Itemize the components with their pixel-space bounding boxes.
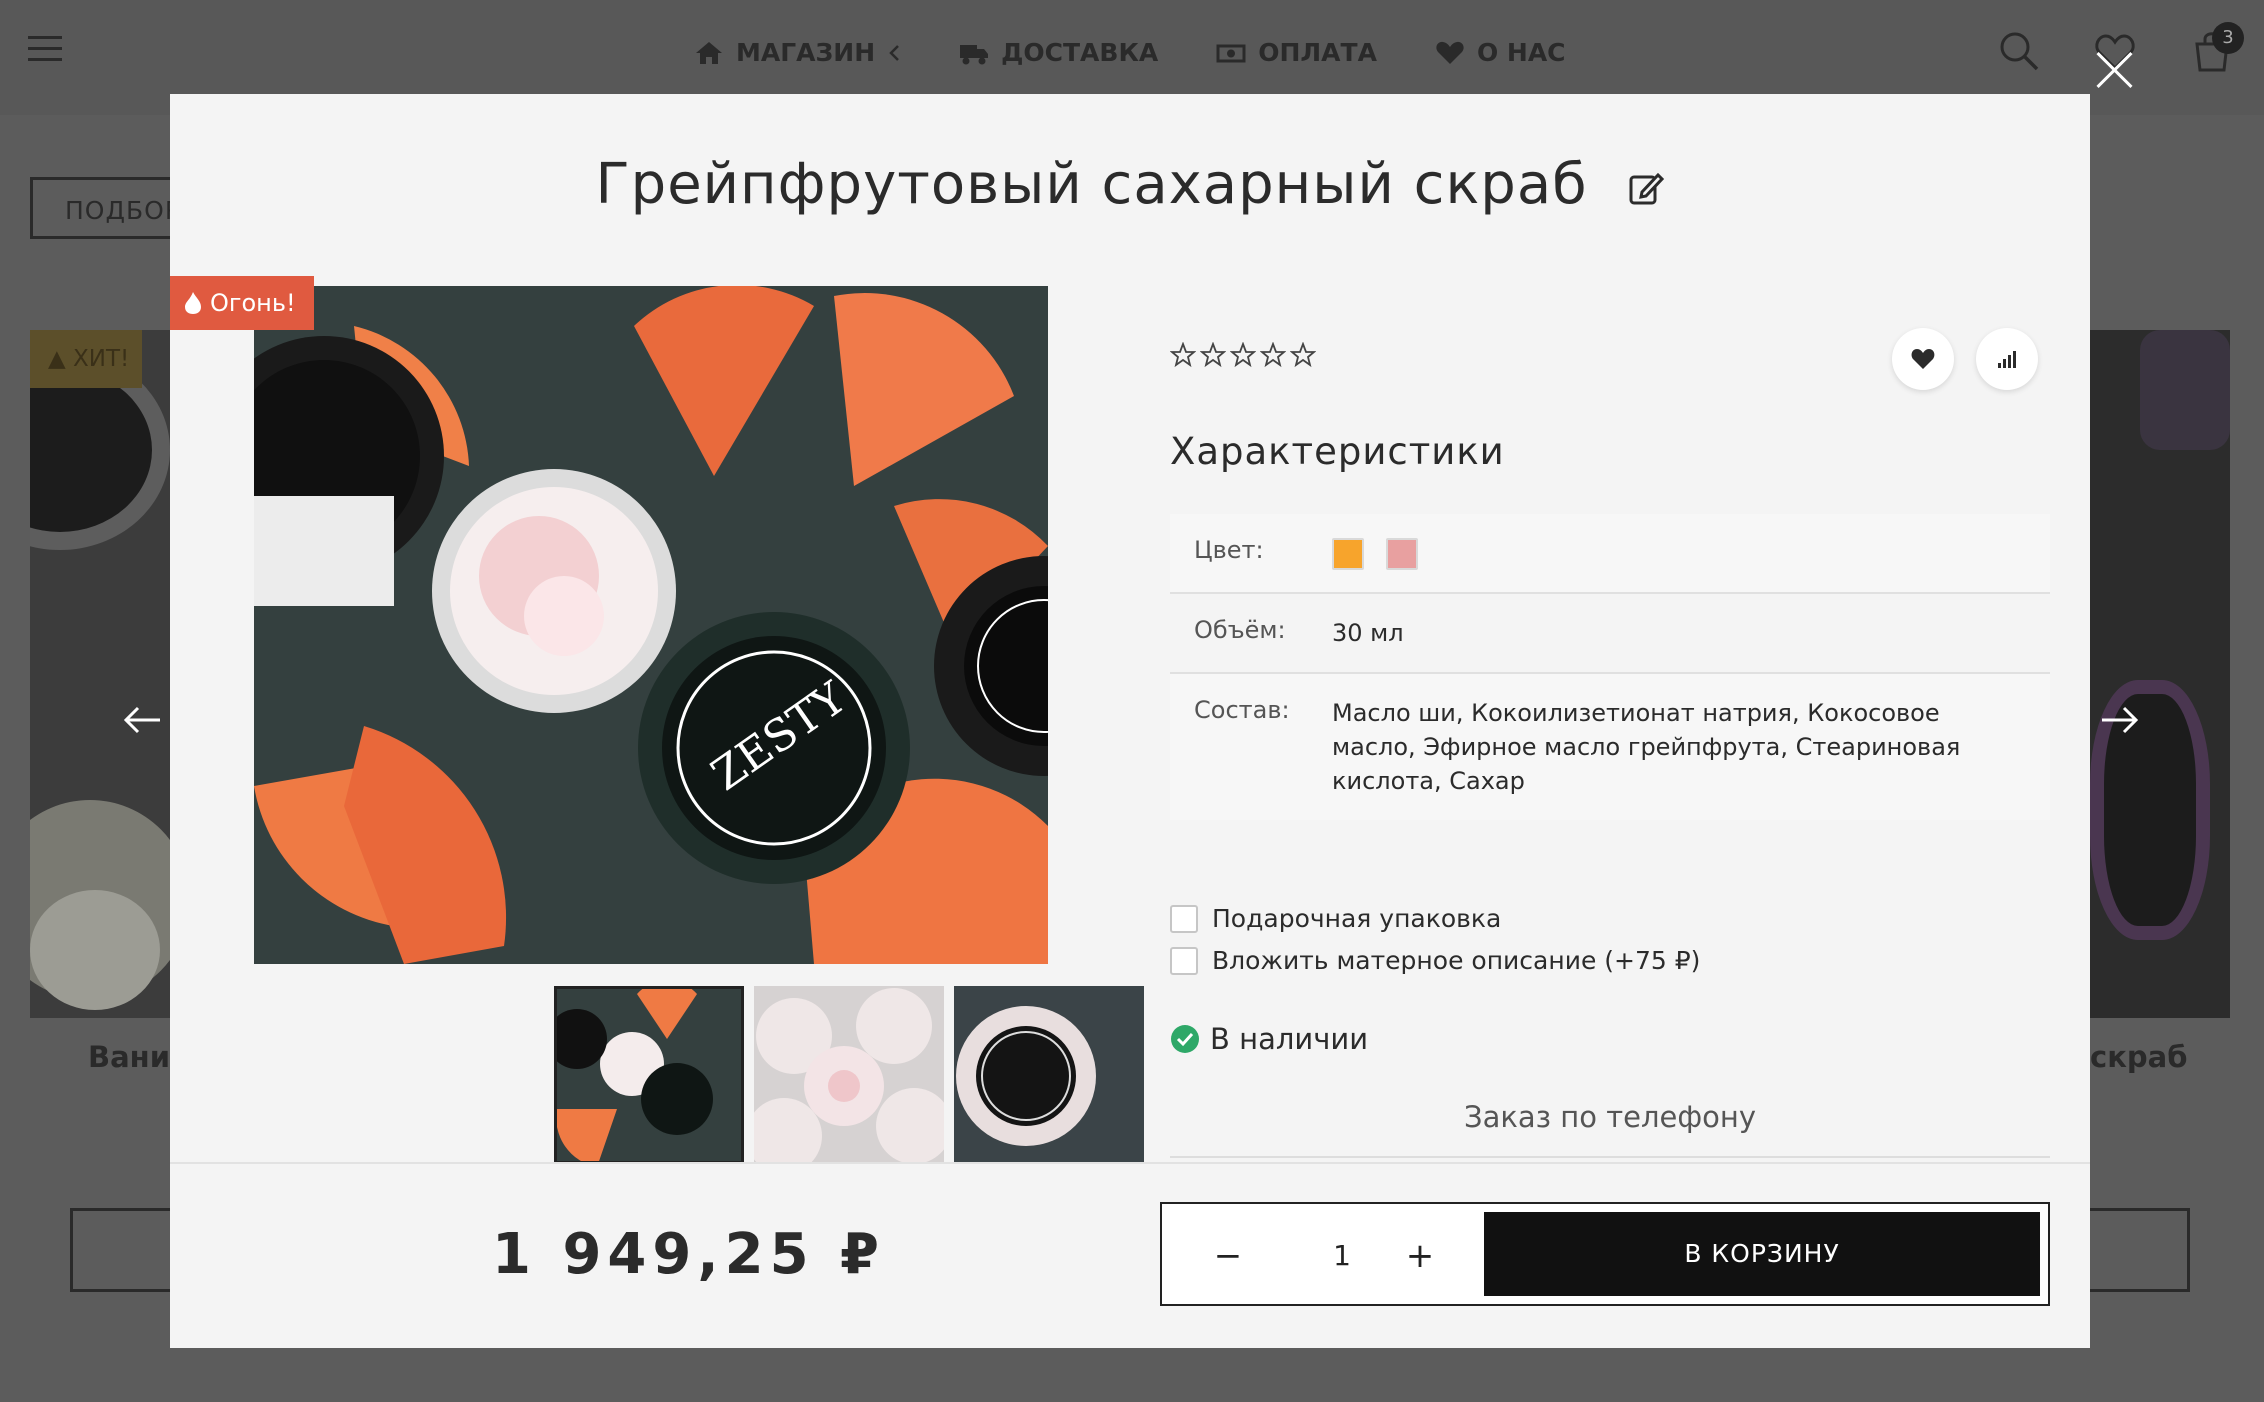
chevron-left-icon xyxy=(889,44,900,61)
search-icon[interactable] xyxy=(1998,30,2040,76)
thumbnail-strip xyxy=(554,986,1144,1164)
quick-view-modal: Грейпфрутовый сахарный скраб Огонь! ZEST… xyxy=(170,94,2090,1348)
arrow-right-icon[interactable] xyxy=(2098,700,2142,740)
home-icon xyxy=(696,41,722,64)
specs-title: Характеристики xyxy=(1170,430,1505,473)
quantity-increase-button[interactable]: + xyxy=(1394,1230,1446,1282)
option-gift-wrap[interactable]: Подарочная упаковка xyxy=(1170,904,1501,933)
nav-item-about[interactable]: О НАС xyxy=(1435,38,1566,67)
spec-value xyxy=(1332,536,1432,570)
modal-footer: 1 949,25 ₽ − 1 + В КОРЗИНУ xyxy=(170,1162,2090,1348)
rating-stars[interactable] xyxy=(1170,342,1316,368)
spec-value: Масло ши, Кокоилизетионат натрия, Кокосо… xyxy=(1332,699,1961,795)
divider xyxy=(1170,1156,2050,1158)
product-card-image[interactable] xyxy=(2090,330,2230,1018)
heart-icon xyxy=(1436,41,1464,64)
menu-icon[interactable] xyxy=(28,36,62,64)
modal-title: Грейпфрутовый сахарный скраб xyxy=(170,152,2090,217)
specs-table: Цвет: Объём: 30 мл Состав: Масло ши, Кок… xyxy=(1170,514,2050,820)
spec-label: Цвет: xyxy=(1194,536,1264,564)
flame-icon xyxy=(185,292,201,314)
arrow-left-icon[interactable] xyxy=(120,700,164,740)
truck-icon xyxy=(960,44,989,64)
heart-icon xyxy=(1911,349,1935,369)
nav-label: МАГАЗИН xyxy=(736,38,876,67)
add-to-wishlist-button[interactable] xyxy=(1892,328,1954,390)
availability-status: В наличии xyxy=(1170,1022,1368,1056)
money-icon xyxy=(1216,44,1246,62)
fire-badge: Огонь! xyxy=(170,276,314,330)
fire-badge-label: Огонь! xyxy=(210,289,296,317)
star-icon[interactable] xyxy=(1200,342,1226,368)
nav-item-payment[interactable]: ОПЛАТА xyxy=(1216,38,1377,67)
spec-value: 30 мл xyxy=(1332,619,1404,647)
nav-item-shop[interactable]: МАГАЗИН xyxy=(694,38,901,67)
color-swatch-orange[interactable] xyxy=(1332,538,1364,570)
thumbnail[interactable] xyxy=(954,986,1144,1164)
main-nav: МАГАЗИН ДОСТАВКА ОПЛАТА О НАС xyxy=(694,38,1566,67)
thumbnail[interactable] xyxy=(554,986,744,1164)
nav-label: О НАС xyxy=(1476,38,1566,67)
product-card-title[interactable]: скраб xyxy=(2090,1040,2187,1074)
option-label: Вложить матерное описание (+75 ₽) xyxy=(1212,946,1701,975)
product-card-button[interactable] xyxy=(70,1208,180,1292)
cart-count-badge: 3 xyxy=(2212,22,2244,54)
gift-wrap-checkbox[interactable] xyxy=(1170,904,1198,933)
product-card-title[interactable]: Вани xyxy=(88,1040,170,1074)
star-icon[interactable] xyxy=(1290,342,1316,368)
product-title: Грейпфрутовый сахарный скраб xyxy=(595,152,1588,217)
phone-order-link[interactable]: Заказ по телефону xyxy=(1170,1100,2050,1134)
spec-row-composition: Состав: Масло ши, Кокоилизетионат натрия… xyxy=(1170,674,2050,820)
star-icon[interactable] xyxy=(1170,342,1196,368)
edit-icon[interactable] xyxy=(1628,170,1665,206)
option-label: Подарочная упаковка xyxy=(1212,904,1502,933)
hit-badge-label: ХИТ! xyxy=(73,346,130,372)
product-card-image[interactable] xyxy=(30,330,170,1018)
spec-label: Состав: xyxy=(1194,696,1290,724)
product-price: 1 949,25 ₽ xyxy=(492,1222,886,1287)
hit-badge: ▲ ХИТ! xyxy=(30,330,142,388)
compare-button[interactable] xyxy=(1976,328,2038,390)
nav-label: ДОСТАВКА xyxy=(1001,38,1159,67)
product-main-photo[interactable]: ZESTY xyxy=(254,286,1048,964)
option-description[interactable]: Вложить матерное описание (+75 ₽) xyxy=(1170,946,1700,975)
fire-icon: ▲ xyxy=(48,346,66,372)
spec-label: Объём: xyxy=(1194,616,1286,644)
check-circle-icon xyxy=(1171,1025,1199,1053)
description-checkbox[interactable] xyxy=(1170,946,1198,975)
cart-icon[interactable]: 3 xyxy=(2192,22,2244,76)
bar-chart-icon xyxy=(1998,351,2016,368)
spec-row-color: Цвет: xyxy=(1170,514,2050,594)
star-icon[interactable] xyxy=(1230,342,1256,368)
close-modal-icon[interactable] xyxy=(2094,50,2134,90)
product-card-button[interactable] xyxy=(2080,1208,2190,1292)
add-to-cart-button[interactable]: В КОРЗИНУ xyxy=(1484,1212,2040,1296)
quantity-input[interactable]: 1 xyxy=(1302,1230,1382,1282)
spec-row-volume: Объём: 30 мл xyxy=(1170,594,2050,674)
color-swatch-pink[interactable] xyxy=(1385,538,1418,570)
nav-item-delivery[interactable]: ДОСТАВКА xyxy=(959,38,1158,67)
thumbnail[interactable] xyxy=(754,986,944,1164)
quantity-decrease-button[interactable]: − xyxy=(1202,1230,1254,1282)
star-icon[interactable] xyxy=(1260,342,1286,368)
nav-label: ОПЛАТА xyxy=(1258,38,1377,67)
buy-box: − 1 + В КОРЗИНУ xyxy=(1160,1202,2050,1306)
availability-label: В наличии xyxy=(1210,1022,1369,1056)
